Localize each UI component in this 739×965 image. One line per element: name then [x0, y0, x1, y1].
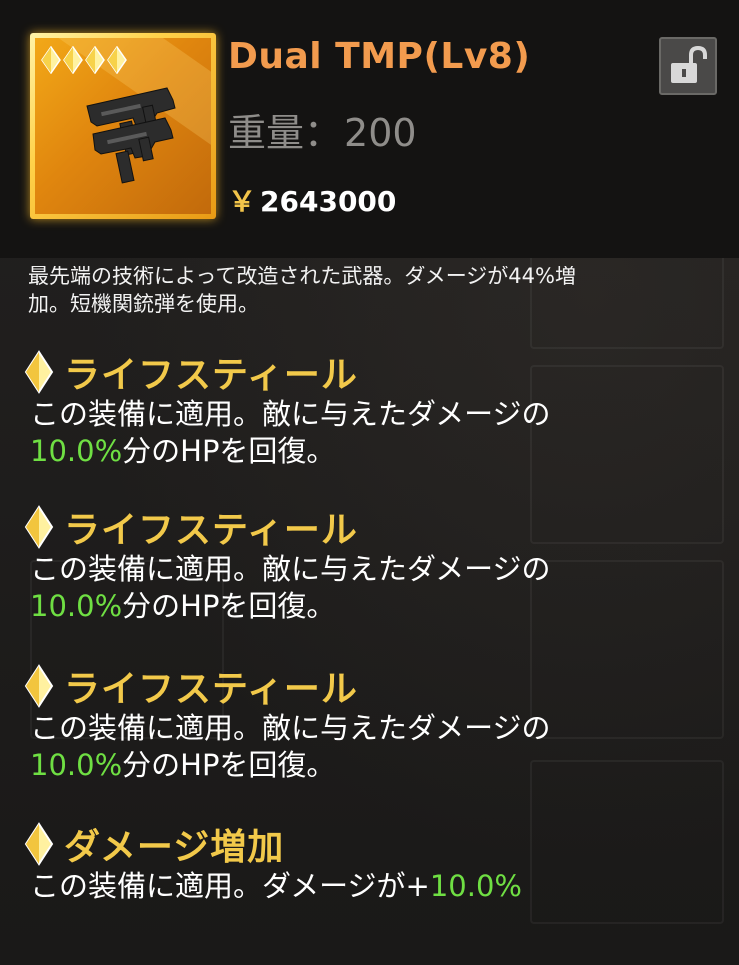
effect-value: 10.0%	[30, 434, 123, 468]
effect-value: 10.0%	[30, 589, 123, 623]
gold-diamond-icon	[24, 664, 54, 708]
effect-suffix: 分のHPを回復。	[122, 748, 336, 782]
gold-diamond-icon	[63, 46, 83, 74]
gold-diamond-icon	[41, 46, 61, 74]
weight-label: 重量：	[228, 111, 343, 155]
weight-value: 200	[344, 111, 417, 155]
price-value: 2643000	[260, 185, 397, 218]
effect-header: ライフスティール	[24, 503, 724, 551]
item-weight: 重量：200	[228, 102, 417, 157]
effect-header: ライフスティール	[24, 348, 724, 396]
item-icon	[35, 38, 211, 214]
effect-line: この装備に適用。敵に与えたダメージの	[30, 552, 551, 586]
description-line: 加。短機関銃弾を使用。	[28, 292, 259, 316]
effect-body: この装備に適用。敵に与えたダメージの 10.0%分のHPを回復。	[30, 551, 724, 625]
lock-toggle-button[interactable]	[659, 37, 717, 95]
effect-title: ライフスティール	[64, 669, 358, 710]
effect-title: ライフスティール	[64, 355, 358, 396]
effect-title: ダメージ増加	[64, 827, 285, 868]
effect-section: ライフスティール この装備に適用。敵に与えたダメージの 10.0%分のHPを回復…	[24, 503, 724, 625]
effect-suffix: 分のHPを回復。	[122, 589, 336, 623]
effect-section: ダメージ増加 この装備に適用。ダメージが+10.0%	[24, 820, 724, 905]
gold-diamond-icon	[24, 505, 54, 549]
unlocked-padlock-icon	[671, 45, 707, 83]
effect-section: ライフスティール この装備に適用。敵に与えたダメージの 10.0%分のHPを回復…	[24, 348, 724, 470]
effect-line: この装備に適用。敵に与えたダメージの	[30, 711, 551, 745]
effect-value: 10.0%	[429, 869, 522, 903]
rarity-stars	[41, 46, 127, 74]
effect-title: ライフスティール	[64, 510, 358, 551]
effect-header: ライフスティール	[24, 662, 724, 710]
effect-value: 10.0%	[30, 748, 123, 782]
item-name: Dual TMP(Lv8)	[228, 36, 531, 77]
effect-line: この装備に適用。ダメージが+	[30, 869, 430, 903]
gold-diamond-icon	[24, 822, 54, 866]
effect-suffix: 分のHPを回復。	[122, 434, 336, 468]
description-line: 最先端の技術によって改造された武器。ダメージが44%増	[28, 264, 576, 288]
gold-diamond-icon	[107, 46, 127, 74]
effect-body: この装備に適用。ダメージが+10.0%	[30, 868, 724, 905]
item-price: ￥ 2643000	[228, 180, 396, 220]
gold-diamond-icon	[85, 46, 105, 74]
item-icon-frame[interactable]	[30, 33, 216, 219]
currency-icon: ￥	[228, 185, 257, 218]
effect-section: ライフスティール この装備に適用。敵に与えたダメージの 10.0%分のHPを回復…	[24, 662, 724, 784]
effect-body: この装備に適用。敵に与えたダメージの 10.0%分のHPを回復。	[30, 396, 724, 470]
effect-body: この装備に適用。敵に与えたダメージの 10.0%分のHPを回復。	[30, 710, 724, 784]
item-description: 最先端の技術によって改造された武器。ダメージが44%増 加。短機関銃弾を使用。	[28, 264, 718, 318]
gold-diamond-icon	[24, 350, 54, 394]
effect-header: ダメージ増加	[24, 820, 724, 868]
effect-line: この装備に適用。敵に与えたダメージの	[30, 397, 551, 431]
dual-smg-icon	[86, 87, 176, 184]
